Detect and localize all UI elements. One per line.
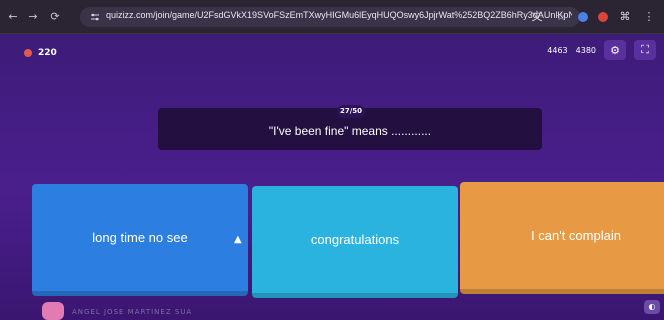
- score-value: 220: [38, 48, 57, 58]
- reload-icon[interactable]: ⟳: [48, 10, 62, 24]
- extension-icon[interactable]: [578, 12, 588, 22]
- site-settings-icon[interactable]: [90, 12, 100, 22]
- answer-options: long time no see congratulations I can't…: [30, 182, 664, 298]
- player-name: ANGEL JOSE MARTINEZ SUA: [72, 308, 193, 316]
- menu-icon[interactable]: ⋮: [642, 10, 656, 24]
- fullscreen-icon: ⛶: [641, 43, 649, 56]
- stat-b: 4380: [575, 45, 596, 55]
- option-long-time-no-see[interactable]: long time no see: [32, 184, 248, 296]
- option-i-cant-complain[interactable]: I can't complain: [460, 182, 664, 294]
- address-bar[interactable]: quizizz.com/join/game/U2FsdGVkX19SVoFSzE…: [80, 7, 580, 27]
- corner-button[interactable]: ◐: [644, 300, 660, 314]
- settings-button[interactable]: ⚙: [604, 40, 626, 60]
- extensions-puzzle-icon[interactable]: ⌘: [618, 10, 632, 24]
- game-area: 220 4463 4380 ⚙ ⛶ "I've been fine" means…: [0, 34, 664, 320]
- score-icon: [24, 49, 32, 57]
- top-right-controls: 4463 4380 ⚙ ⛶: [547, 40, 656, 60]
- score-badge: 220: [18, 44, 65, 62]
- mouse-cursor-icon: ▲: [234, 234, 242, 245]
- back-icon[interactable]: ←: [6, 10, 20, 24]
- question-progress: 27/50: [337, 105, 365, 118]
- translate-icon[interactable]: 文: [530, 10, 544, 24]
- browser-toolbar: 文 ☆ ⌘ ⋮: [530, 8, 656, 26]
- stat-a: 4463: [547, 45, 568, 55]
- forward-icon[interactable]: →: [26, 10, 40, 24]
- url-text: quizizz.com/join/game/U2FsdGVkX19SVoFSzE…: [106, 10, 572, 20]
- extension-red-icon[interactable]: [598, 12, 608, 22]
- player-bar: ANGEL JOSE MARTINEZ SUA ◐: [0, 300, 664, 320]
- gear-icon: ⚙: [610, 43, 620, 57]
- bookmark-star-icon[interactable]: ☆: [554, 10, 568, 24]
- fullscreen-button[interactable]: ⛶: [634, 40, 656, 60]
- browser-chrome: ← → ⟳ quizizz.com/join/game/U2FsdGVkX19S…: [0, 0, 664, 34]
- avatar: [42, 302, 64, 320]
- question-text: "I've been fine" means ............: [268, 124, 432, 138]
- option-congratulations[interactable]: congratulations: [252, 186, 458, 298]
